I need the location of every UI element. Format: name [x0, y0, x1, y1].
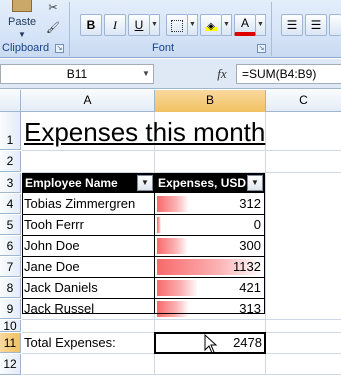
- fill-bucket-icon: ◈: [205, 22, 217, 32]
- cell-name[interactable]: Tooh Ferrr: [22, 215, 154, 235]
- align-right-button[interactable]: [329, 14, 341, 36]
- bold-button[interactable]: B: [80, 14, 102, 36]
- clipboard-group-label: Clipboard: [2, 42, 50, 54]
- borders-dropdown[interactable]: ▼: [188, 14, 198, 36]
- table-border: [22, 235, 265, 236]
- cell-name[interactable]: Jane Doe: [22, 257, 154, 277]
- row-header[interactable]: 9: [0, 299, 21, 319]
- table-border: [22, 298, 265, 299]
- table-border: [22, 173, 23, 314]
- formula-input[interactable]: =SUM(B4:B9): [236, 64, 341, 84]
- cut-icon[interactable]: ✂: [44, 0, 62, 16]
- cell-name[interactable]: Jack Russel: [22, 299, 154, 319]
- row-header[interactable]: 2: [0, 151, 21, 172]
- select-all-button[interactable]: [0, 90, 21, 112]
- table-border: [22, 277, 265, 278]
- cell-name[interactable]: Tobias Zimmergren: [22, 194, 154, 214]
- filter-dropdown-icon[interactable]: ▼: [137, 175, 153, 191]
- cell-expense[interactable]: 300: [155, 236, 264, 256]
- sheet-title[interactable]: Expenses this month: [24, 117, 265, 148]
- ribbon-separator: [69, 2, 70, 56]
- formula-bar: B11 ▼ fx =SUM(B4:B9): [0, 59, 341, 89]
- align-center-button[interactable]: ☰: [305, 14, 327, 36]
- row-header[interactable]: 6: [0, 236, 21, 256]
- cell-expense[interactable]: 312: [155, 194, 264, 214]
- font-color-dropdown[interactable]: ▼: [256, 14, 266, 36]
- row-header[interactable]: 4: [0, 194, 21, 214]
- row-header[interactable]: 12: [0, 354, 21, 375]
- column-headers: A B C: [0, 90, 341, 112]
- table-border: [154, 173, 155, 314]
- chevron-down-icon: ▼: [18, 30, 26, 39]
- row-header[interactable]: 3: [0, 173, 21, 193]
- row-header[interactable]: 10: [0, 320, 21, 332]
- mouse-cursor-icon: [204, 334, 218, 354]
- underline-button[interactable]: U: [128, 14, 150, 36]
- header-employee-name[interactable]: Employee Name: [22, 173, 155, 193]
- clipboard-launcher-icon[interactable]: ↘: [55, 44, 64, 53]
- row-header[interactable]: 1: [0, 112, 21, 150]
- table-border: [22, 313, 265, 314]
- table-border: [22, 256, 265, 257]
- paste-button[interactable]: Paste ▼: [2, 0, 40, 40]
- cell-expense[interactable]: 313: [155, 299, 264, 319]
- font-launcher-icon[interactable]: ↘: [257, 44, 266, 53]
- filter-dropdown-icon[interactable]: ▼: [247, 175, 263, 191]
- borders-icon: [171, 19, 183, 32]
- italic-button[interactable]: I: [104, 14, 126, 36]
- font-color-button[interactable]: A: [234, 14, 256, 36]
- align-center-icon: ☰: [310, 18, 322, 32]
- fill-color-button[interactable]: ◈: [200, 14, 222, 36]
- row-header[interactable]: 5: [0, 215, 21, 235]
- chevron-down-icon[interactable]: ▼: [139, 65, 153, 83]
- clipboard-icon: [12, 0, 32, 12]
- ribbon: Paste ▼ ✂ 🖌 Clipboard ↘ B I U ▼ ▼ ◈ ▼ A …: [0, 0, 341, 58]
- borders-button[interactable]: [166, 14, 188, 36]
- column-header-b[interactable]: B: [155, 90, 266, 112]
- total-label[interactable]: Total Expenses:: [22, 333, 154, 353]
- gridline: [22, 319, 341, 320]
- cell-expense[interactable]: 0: [155, 215, 264, 235]
- cell-expense[interactable]: 421: [155, 278, 264, 298]
- insert-function-icon[interactable]: fx: [210, 65, 234, 83]
- format-painter-icon[interactable]: 🖌: [44, 20, 62, 36]
- fill-color-dropdown[interactable]: ▼: [222, 14, 232, 36]
- column-header-a[interactable]: A: [21, 90, 155, 112]
- cell-name[interactable]: Jack Daniels: [22, 278, 154, 298]
- column-header-c[interactable]: C: [266, 90, 341, 112]
- gridline: [22, 150, 341, 151]
- cell-expense[interactable]: 1132: [155, 257, 264, 277]
- row-header[interactable]: 8: [0, 278, 21, 298]
- underline-dropdown[interactable]: ▼: [150, 14, 160, 36]
- font-group-label: Font: [152, 42, 175, 54]
- row-header[interactable]: 11: [0, 333, 21, 353]
- row-header[interactable]: 7: [0, 257, 21, 277]
- ribbon-separator: [271, 2, 272, 56]
- table-border: [264, 173, 265, 314]
- table-border: [22, 214, 265, 215]
- align-left-icon: ☰: [286, 18, 298, 32]
- name-box[interactable]: B11: [0, 64, 154, 84]
- cell-name[interactable]: John Doe: [22, 236, 154, 256]
- align-left-button[interactable]: ☰: [281, 14, 303, 36]
- paste-label: Paste: [8, 16, 37, 28]
